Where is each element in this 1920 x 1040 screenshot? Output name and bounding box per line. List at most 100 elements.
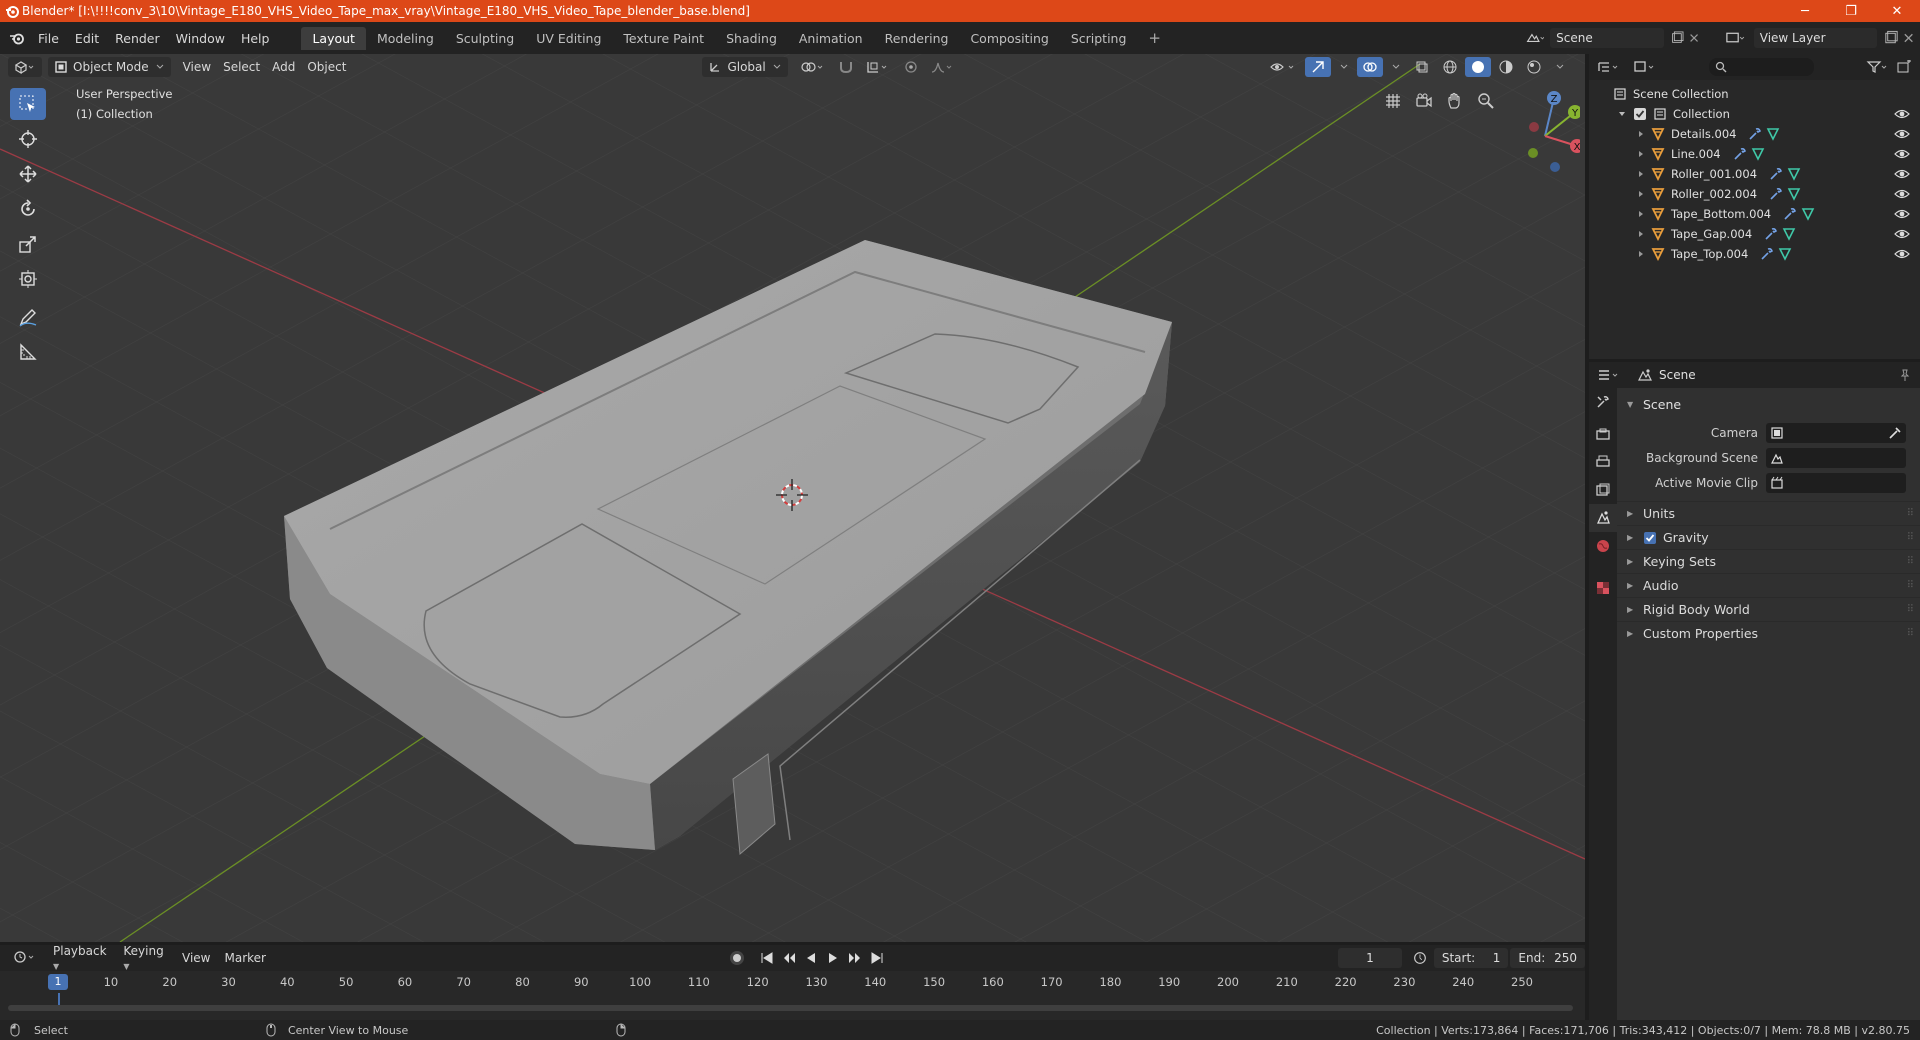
display-mode-icon[interactable] <box>1633 60 1659 74</box>
disclosure-triangle-icon[interactable] <box>1637 229 1645 239</box>
drag-handle-icon[interactable]: ⠿ <box>1907 628 1914 639</box>
drag-handle-icon[interactable]: ⠿ <box>1907 508 1914 519</box>
preview-range-clock-icon[interactable] <box>1412 949 1428 967</box>
menu-help[interactable]: Help <box>233 31 278 46</box>
jump-to-keyframe-prev-icon[interactable] <box>780 949 798 967</box>
timeline-scrollbar[interactable] <box>8 1005 1573 1011</box>
viewport-scene[interactable] <box>0 54 1585 942</box>
transform-orientation-selector[interactable]: Global <box>702 57 788 77</box>
eye-icon[interactable] <box>1894 127 1910 141</box>
modifier-wrench-icon[interactable] <box>1733 147 1747 161</box>
outliner-collection[interactable]: Collection <box>1589 104 1920 124</box>
navigation-gizmo[interactable]: Z Y X <box>1500 88 1580 178</box>
current-frame-field[interactable]: 1 <box>1337 948 1402 968</box>
start-frame-field[interactable]: Start: 1 <box>1433 948 1509 968</box>
move-tool[interactable] <box>10 158 46 190</box>
measure-tool[interactable] <box>10 336 46 368</box>
timeline-editor-type-button[interactable] <box>6 950 46 967</box>
eyedropper-icon[interactable] <box>1888 426 1902 440</box>
timeline-menu-keying[interactable]: Keying ▼ <box>116 944 175 972</box>
mesh-data-icon[interactable] <box>1801 207 1815 221</box>
view-layer-icon[interactable] <box>1725 30 1746 46</box>
visibility-selectability-button[interactable] <box>1263 57 1303 77</box>
mode-selector[interactable]: Object Mode <box>48 57 171 77</box>
mesh-data-icon[interactable] <box>1782 227 1796 241</box>
workspace-tab-sculpting[interactable]: Sculpting <box>445 27 525 50</box>
outliner-object-row[interactable]: Tape_Bottom.004 <box>1589 204 1920 224</box>
mesh-data-icon[interactable] <box>1787 187 1801 201</box>
outliner-object-row[interactable]: Roller_002.004 <box>1589 184 1920 204</box>
subpanel-keying-sets[interactable]: ▶ Keying Sets ⠿ <box>1617 549 1920 573</box>
disclosure-triangle-icon[interactable] <box>1637 249 1645 259</box>
viewport-menu-view[interactable]: View <box>177 57 217 77</box>
filter-icon[interactable] <box>1866 60 1890 74</box>
viewport-menu-add[interactable]: Add <box>266 57 301 77</box>
jump-to-start-icon[interactable] <box>758 949 776 967</box>
disclosure-triangle-icon[interactable] <box>1637 129 1645 139</box>
xray-toggle-button[interactable] <box>1409 57 1435 77</box>
snap-target-button[interactable] <box>860 57 898 77</box>
checkbox-checked-icon[interactable] <box>1643 531 1657 545</box>
disclosure-triangle-icon[interactable] <box>1637 169 1645 179</box>
outliner-object-row[interactable]: Roller_001.004 <box>1589 164 1920 184</box>
new-scene-icon[interactable] <box>1670 30 1684 46</box>
pivot-point-button[interactable] <box>794 57 832 77</box>
overlays-dropdown-button[interactable] <box>1385 57 1407 77</box>
active-movie-clip-field[interactable] <box>1766 472 1906 493</box>
drag-handle-icon[interactable]: ⠿ <box>1907 604 1914 615</box>
subpanel-gravity[interactable]: ▶ Gravity ⠿ <box>1617 525 1920 549</box>
eye-icon[interactable] <box>1894 247 1910 261</box>
pan-view-button[interactable] <box>1442 88 1467 113</box>
view-layer-selector[interactable]: View Layer <box>1753 28 1877 48</box>
modifier-wrench-icon[interactable] <box>1764 227 1778 241</box>
outliner-object-row[interactable]: Tape_Gap.004 <box>1589 224 1920 244</box>
tab-render[interactable] <box>1589 420 1617 448</box>
drag-handle-icon[interactable]: ⠿ <box>1907 532 1914 543</box>
jump-to-end-icon[interactable] <box>868 949 886 967</box>
maximize-button[interactable]: ❐ <box>1828 0 1874 22</box>
workspace-tab-scripting[interactable]: Scripting <box>1060 27 1138 50</box>
proportional-editing-button[interactable] <box>898 57 924 77</box>
subpanel-rigid-body-world[interactable]: ▶ Rigid Body World ⠿ <box>1617 597 1920 621</box>
outliner-editor-icon[interactable] <box>1597 60 1623 74</box>
tab-world[interactable] <box>1589 532 1617 560</box>
tab-scene[interactable] <box>1589 504 1617 532</box>
disclosure-triangle-icon[interactable] <box>1617 109 1627 119</box>
workspace-tab-rendering[interactable]: Rendering <box>874 27 960 50</box>
camera-view-button[interactable] <box>1411 88 1436 113</box>
viewport-menu-select[interactable]: Select <box>217 57 266 77</box>
pin-icon[interactable] <box>1898 368 1912 382</box>
zoom-view-button[interactable] <box>1473 88 1498 113</box>
viewport-menu-object[interactable]: Object <box>301 57 352 77</box>
workspace-tab-uv-editing[interactable]: UV Editing <box>525 27 612 50</box>
drag-handle-icon[interactable]: ⠿ <box>1907 556 1914 567</box>
editor-type-button[interactable] <box>8 57 42 77</box>
outliner-object-row[interactable]: Tape_Top.004 <box>1589 244 1920 264</box>
workspace-tab-texture-paint[interactable]: Texture Paint <box>612 27 715 50</box>
checkbox-checked-icon[interactable] <box>1633 107 1647 121</box>
cursor-tool[interactable] <box>10 123 46 155</box>
new-view-layer-icon[interactable] <box>1883 30 1898 46</box>
delete-scene-icon[interactable] <box>1688 31 1700 45</box>
toggle-grid-view-button[interactable] <box>1380 88 1405 113</box>
blender-menu-icon[interactable] <box>4 27 30 49</box>
new-collection-icon[interactable] <box>1896 60 1912 74</box>
menu-render[interactable]: Render <box>107 31 168 46</box>
eye-icon[interactable] <box>1894 147 1910 161</box>
scene-panel-header[interactable]: ▼ Scene <box>1617 392 1920 416</box>
modifier-wrench-icon[interactable] <box>1748 127 1762 141</box>
workspace-tab-shading[interactable]: Shading <box>715 27 788 50</box>
menu-edit[interactable]: Edit <box>67 31 107 46</box>
tab-tool[interactable] <box>1589 388 1617 416</box>
disclosure-triangle-icon[interactable] <box>1637 209 1645 219</box>
gizmo-dropdown-button[interactable] <box>1333 57 1355 77</box>
mesh-data-icon[interactable] <box>1778 247 1792 261</box>
play-reverse-icon[interactable] <box>802 949 820 967</box>
disclosure-triangle-icon[interactable] <box>1637 149 1645 159</box>
shading-dropdown-button[interactable] <box>1549 57 1571 77</box>
tab-output[interactable] <box>1589 448 1617 476</box>
rotate-tool[interactable] <box>10 193 46 225</box>
select-box-tool[interactable] <box>10 88 46 120</box>
workspace-tab-layout[interactable]: Layout <box>301 26 366 50</box>
subpanel-units[interactable]: ▶ Units ⠿ <box>1617 501 1920 525</box>
